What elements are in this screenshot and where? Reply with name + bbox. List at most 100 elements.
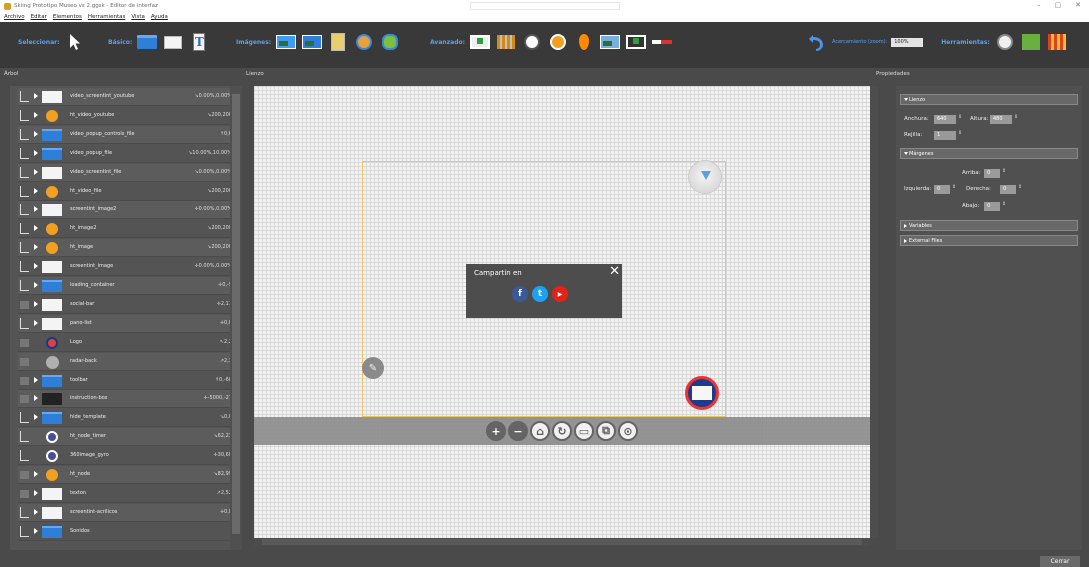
- visibility-toggle[interactable]: [20, 431, 29, 443]
- screen-tool-icon[interactable]: [470, 32, 491, 52]
- button-tool-icon[interactable]: [302, 32, 323, 52]
- expand-arrow-icon[interactable]: [34, 414, 38, 421]
- tree-scrollbar[interactable]: [230, 86, 242, 550]
- tree-row[interactable]: pano-list ✛0,0: [18, 314, 240, 333]
- visibility-toggle[interactable]: [20, 450, 29, 462]
- expand-arrow-icon[interactable]: [34, 187, 38, 194]
- visibility-toggle[interactable]: [20, 204, 29, 216]
- rectangle-tool-icon[interactable]: [163, 32, 183, 52]
- tree-row[interactable]: social-bar ✛2,11: [18, 295, 240, 314]
- tree-row[interactable]: ht_video_file ↘200,200: [18, 182, 240, 201]
- tree-row[interactable]: ht_image2 ↘200,200: [18, 220, 240, 239]
- map-tool-icon[interactable]: [600, 32, 621, 52]
- expand-arrow-icon[interactable]: [34, 508, 38, 515]
- cloner-tool-icon[interactable]: [496, 32, 516, 52]
- link-icon[interactable]: [20, 489, 29, 498]
- section-external-files[interactable]: External Files: [900, 235, 1078, 246]
- map-marker-icon[interactable]: ⊙: [618, 421, 638, 441]
- menu-edit[interactable]: Editar: [31, 14, 47, 20]
- tree-row[interactable]: video_screentint_file ↘0.00%,0.00%: [18, 163, 240, 182]
- visibility-toggle[interactable]: [20, 147, 29, 159]
- tree-row[interactable]: instruction-box ✛-5000,-27: [18, 390, 240, 409]
- tree-row[interactable]: ht_node ↘82,99: [18, 466, 240, 484]
- visibility-toggle[interactable]: [20, 166, 29, 178]
- expand-arrow-icon[interactable]: [34, 489, 38, 496]
- link-icon[interactable]: [20, 300, 29, 309]
- link-icon[interactable]: [20, 395, 29, 404]
- maximize-button[interactable]: ▢: [1055, 1, 1062, 9]
- zoom-in-icon[interactable]: +: [486, 421, 506, 441]
- tree-row[interactable]: ht_image ↘200,200: [18, 239, 240, 258]
- tree-row[interactable]: texton ↗2,52: [18, 484, 240, 503]
- left-margin-field[interactable]: 0: [934, 185, 950, 194]
- canvas-vertical-scrollbar[interactable]: [870, 86, 878, 538]
- menu-help[interactable]: Ayuda: [151, 14, 168, 20]
- link-icon[interactable]: [20, 338, 29, 347]
- tree-row[interactable]: video_popup_file ↘10.00%,10.00%: [18, 144, 240, 163]
- visibility-toggle[interactable]: [20, 261, 29, 273]
- scrollbar-tool-icon[interactable]: [652, 32, 673, 52]
- expand-arrow-icon[interactable]: [34, 300, 38, 307]
- tree-row[interactable]: toolbar ↑0,-60: [18, 371, 240, 390]
- skin-tool-icon[interactable]: [1021, 32, 1041, 52]
- close-window-button[interactable]: ✕: [1075, 1, 1081, 9]
- right-margin-field[interactable]: 0: [1000, 185, 1016, 194]
- tree-row[interactable]: Logo ↖2,2: [18, 333, 240, 352]
- link-icon[interactable]: [20, 471, 29, 479]
- expand-arrow-icon[interactable]: [34, 130, 38, 137]
- tree-row[interactable]: video_screentint_youtube ↘0.00%,0.00%: [18, 88, 240, 106]
- link-icon[interactable]: [20, 357, 29, 366]
- link-icon[interactable]: [20, 376, 29, 385]
- home-icon[interactable]: ⌂: [530, 421, 550, 441]
- visibility-toggle[interactable]: [20, 412, 29, 424]
- top-margin-field[interactable]: 0: [984, 169, 1000, 178]
- tree-row[interactable]: Sonidos: [18, 522, 240, 541]
- tree-row[interactable]: screentint_image ✛0.00%,0.00%: [18, 258, 240, 277]
- bottom-margin-field[interactable]: 0: [984, 202, 1000, 211]
- wrench-icon[interactable]: ✎: [362, 357, 384, 379]
- expand-arrow-icon[interactable]: [34, 168, 38, 175]
- canvas-horizontal-scrollbar[interactable]: [254, 538, 870, 546]
- width-field[interactable]: 640: [934, 115, 956, 124]
- globe-tool-icon[interactable]: [354, 32, 374, 52]
- tree-row[interactable]: screentint_image2 ✛0.00%,0.00%: [18, 201, 240, 220]
- height-field[interactable]: 480: [990, 115, 1012, 124]
- expand-arrow-icon[interactable]: [34, 149, 38, 156]
- undo-icon[interactable]: [806, 32, 826, 52]
- bottom-margin-spinner-icon[interactable]: ⇕: [1002, 202, 1008, 211]
- text-tool-icon[interactable]: T: [189, 32, 209, 52]
- tree-row[interactable]: radar-back ↗2,3: [18, 352, 240, 371]
- expand-arrow-icon[interactable]: [34, 319, 38, 326]
- expand-arrow-icon[interactable]: [34, 225, 38, 232]
- visibility-toggle[interactable]: [20, 128, 29, 140]
- section-variables[interactable]: Variables: [900, 220, 1078, 231]
- container-tool-icon[interactable]: [137, 32, 158, 52]
- tree-row[interactable]: hide_template ↘0,0: [18, 409, 240, 428]
- expand-arrow-icon[interactable]: [34, 263, 38, 270]
- facebook-icon[interactable]: f: [512, 286, 528, 302]
- visibility-toggle[interactable]: [20, 242, 29, 254]
- expand-arrow-icon[interactable]: [34, 471, 38, 477]
- visibility-toggle[interactable]: [20, 525, 29, 537]
- visibility-toggle[interactable]: [20, 109, 29, 121]
- fullscreen-icon[interactable]: ⧉: [596, 421, 616, 441]
- zoom-out-icon[interactable]: −: [508, 421, 528, 441]
- video-tool-icon[interactable]: [626, 32, 647, 52]
- expand-arrow-icon[interactable]: [34, 527, 38, 534]
- minimize-button[interactable]: –: [1037, 1, 1041, 9]
- grid-spinner-icon[interactable]: ⇕: [958, 131, 964, 140]
- pointer-icon[interactable]: [65, 32, 85, 52]
- info-icon[interactable]: ▭: [574, 421, 594, 441]
- right-margin-spinner-icon[interactable]: ⇕: [1018, 185, 1024, 194]
- tree-row[interactable]: ht_node_timer ↘62,23: [18, 428, 240, 447]
- map-pin-tool-icon[interactable]: [328, 32, 348, 52]
- close-button[interactable]: Cerrar: [1040, 556, 1080, 567]
- panorama-tool-icon[interactable]: [380, 32, 400, 52]
- expand-arrow-icon[interactable]: [34, 244, 38, 251]
- height-spinner-icon[interactable]: ⇕: [1014, 115, 1020, 124]
- zoom-select[interactable]: 100%: [891, 37, 924, 47]
- tree-row[interactable]: screentint-acrilicos ✛0,0: [18, 503, 240, 522]
- expand-arrow-icon[interactable]: [34, 206, 38, 213]
- expand-arrow-icon[interactable]: [34, 111, 38, 118]
- canvas-area[interactable]: Campartin en ✕ f t ▶ ✎ + − ⌂ ↻ ▭ ⧉ ⊙: [254, 86, 870, 538]
